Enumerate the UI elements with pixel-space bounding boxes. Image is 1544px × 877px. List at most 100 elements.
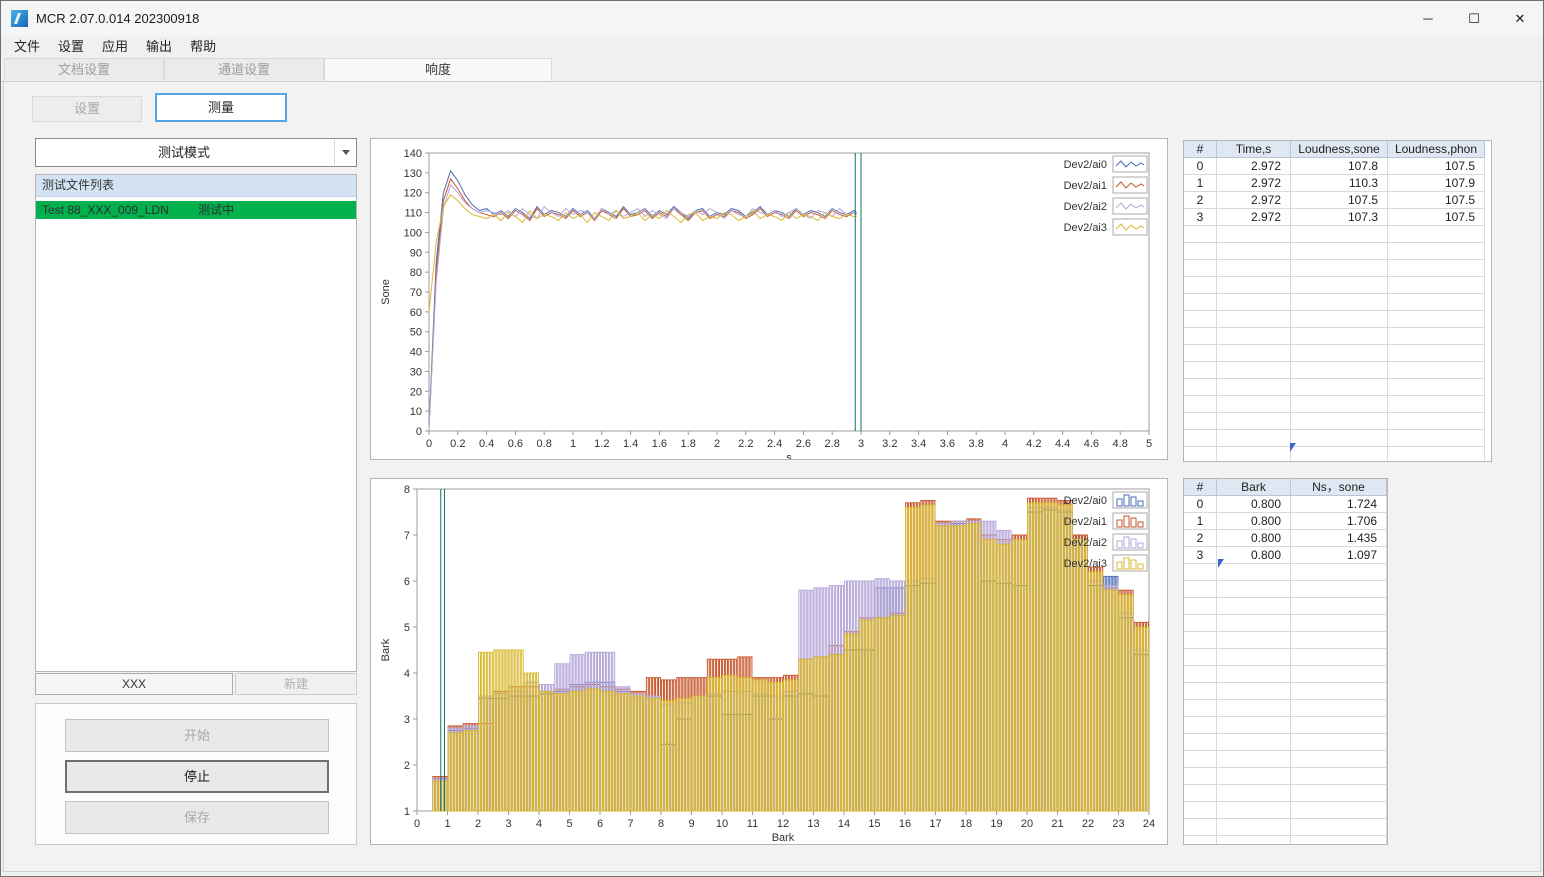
svg-text:10: 10: [410, 406, 422, 418]
svg-text:Sone: Sone: [380, 279, 392, 305]
table-row[interactable]: 2 0.800 1.435: [1184, 530, 1387, 547]
svg-text:3.2: 3.2: [882, 438, 897, 450]
maximize-button[interactable]: ☐: [1451, 1, 1497, 36]
svg-text:10: 10: [716, 818, 728, 830]
loudness-time-chart[interactable]: 0 0.2 0.4 0.6 0.8 1 1.2 1.4 1.6 1.8 2 2.2 2.4 2.6 2.8 3…: [371, 139, 1167, 459]
table-row[interactable]: [1184, 717, 1387, 734]
tab-document-settings[interactable]: 文档设置: [4, 58, 164, 80]
xxx-button[interactable]: XXX: [35, 673, 233, 695]
table-row[interactable]: 3 2.972 107.3 107.5: [1184, 209, 1491, 226]
svg-text:2.2: 2.2: [738, 438, 753, 450]
table-row[interactable]: [1184, 683, 1387, 700]
table-row[interactable]: [1184, 802, 1387, 819]
svg-text:Bark: Bark: [380, 638, 392, 661]
table-row[interactable]: [1184, 447, 1491, 461]
table-row[interactable]: [1184, 362, 1491, 379]
start-button[interactable]: 开始: [65, 719, 329, 752]
table-row[interactable]: [1184, 768, 1387, 785]
table-row[interactable]: [1184, 666, 1387, 683]
table-row[interactable]: [1184, 581, 1387, 598]
bark-table-panel: # Bark Ns，sone 0 0.800 1.724 1 0.800 1.706 2 0.800…: [1183, 478, 1388, 845]
table-row[interactable]: [1184, 751, 1387, 768]
table-row[interactable]: 3 0.800 1.097: [1184, 547, 1387, 564]
table-row[interactable]: [1184, 396, 1491, 413]
tab-channel-settings[interactable]: 通道设置: [164, 58, 324, 80]
test-file-list[interactable]: 测试文件列表 Test 88_XXX_009_LDN 测试中: [35, 174, 357, 672]
svg-text:1: 1: [444, 818, 450, 830]
subtab-settings[interactable]: 设置: [32, 96, 142, 122]
minimize-button[interactable]: ─: [1405, 1, 1451, 36]
menu-bar: 文件 设置 应用 输出 帮助: [1, 36, 1543, 58]
table-row[interactable]: [1184, 700, 1387, 717]
menu-item-settings[interactable]: 设置: [49, 36, 93, 58]
app-window: MCR 2.07.0.014 202300918 ─ ☐ ✕ 文件 设置 应用 …: [0, 0, 1544, 877]
table-row[interactable]: 1 2.972 110.3 107.9: [1184, 175, 1491, 192]
tab-loudness[interactable]: 响度: [324, 58, 552, 81]
svg-text:50: 50: [410, 327, 422, 339]
subtab-measure[interactable]: 测量: [155, 93, 287, 122]
cell-edit-indicator: [1290, 443, 1296, 452]
table-row[interactable]: [1184, 819, 1387, 836]
svg-text:1.8: 1.8: [681, 438, 696, 450]
svg-text:0: 0: [416, 426, 422, 438]
loudness-time-chart-panel: 0 0.2 0.4 0.6 0.8 1 1.2 1.4 1.6 1.8 2 2.2 2.4 2.6 2.8 3…: [370, 138, 1168, 460]
table-row[interactable]: [1184, 598, 1387, 615]
svg-text:4: 4: [404, 668, 410, 680]
table-row[interactable]: [1184, 345, 1491, 362]
svg-text:18: 18: [960, 818, 972, 830]
table-row[interactable]: [1184, 632, 1387, 649]
table-row[interactable]: 0 0.800 1.724: [1184, 496, 1387, 513]
svg-text:8: 8: [404, 484, 410, 496]
bark-table: # Bark Ns，sone 0 0.800 1.724 1 0.800 1.706 2 0.800…: [1184, 479, 1387, 844]
stop-button[interactable]: 停止: [65, 760, 329, 793]
loudness-table: # Time,s Loudness,sone Loudness,phon 0 2.972 1…: [1184, 141, 1491, 461]
table-row[interactable]: [1184, 734, 1387, 751]
test-mode-select[interactable]: 测试模式: [35, 138, 357, 167]
table-row[interactable]: [1184, 836, 1387, 844]
menu-item-file[interactable]: 文件: [5, 36, 49, 58]
svg-text:1.6: 1.6: [652, 438, 667, 450]
close-button[interactable]: ✕: [1497, 1, 1543, 36]
svg-text:2: 2: [404, 760, 410, 772]
table-row[interactable]: [1184, 564, 1387, 581]
table-row[interactable]: 2 2.972 107.5 107.5: [1184, 192, 1491, 209]
svg-text:2.4: 2.4: [767, 438, 782, 450]
table-row[interactable]: 1 0.800 1.706: [1184, 513, 1387, 530]
svg-text:7: 7: [404, 530, 410, 542]
new-button[interactable]: 新建: [235, 673, 357, 695]
test-file-name: Test 88_XXX_009_LDN: [42, 203, 169, 217]
save-button[interactable]: 保存: [65, 801, 329, 834]
menu-item-output[interactable]: 输出: [137, 36, 181, 58]
table-row[interactable]: [1184, 260, 1491, 277]
svg-text:3.8: 3.8: [969, 438, 984, 450]
svg-text:120: 120: [404, 188, 422, 200]
table-row[interactable]: [1184, 413, 1491, 430]
svg-text:3.6: 3.6: [940, 438, 955, 450]
table-row[interactable]: [1184, 785, 1387, 802]
svg-text:3: 3: [404, 714, 410, 726]
svg-text:Dev2/ai1: Dev2/ai1: [1064, 180, 1107, 192]
table-row[interactable]: [1184, 294, 1491, 311]
svg-text:Bark: Bark: [772, 832, 795, 844]
table-row[interactable]: [1184, 430, 1491, 447]
test-file-list-header: 测试文件列表: [36, 175, 356, 197]
svg-text:6: 6: [597, 818, 603, 830]
table-row[interactable]: [1184, 243, 1491, 260]
table-row[interactable]: [1184, 328, 1491, 345]
svg-text:8: 8: [658, 818, 664, 830]
table-row[interactable]: [1184, 226, 1491, 243]
table-row[interactable]: [1184, 311, 1491, 328]
specific-loudness-chart[interactable]: 0 1 2 3 4 5 6 7 8 9 10 11 12 13 14 15 16 17 18 19 20 21 22 23 24…: [371, 479, 1167, 844]
svg-text:4: 4: [536, 818, 542, 830]
table-row[interactable]: [1184, 277, 1491, 294]
table-header-row: # Time,s Loudness,sone Loudness,phon: [1184, 141, 1491, 158]
table-row[interactable]: [1184, 649, 1387, 666]
menu-item-help[interactable]: 帮助: [181, 36, 225, 58]
test-file-item[interactable]: Test 88_XXX_009_LDN 测试中: [36, 201, 356, 219]
table-row[interactable]: [1184, 615, 1387, 632]
table-row[interactable]: 0 2.972 107.8 107.5: [1184, 158, 1491, 175]
menu-item-apply[interactable]: 应用: [93, 36, 137, 58]
svg-text:22: 22: [1082, 818, 1094, 830]
svg-text:140: 140: [404, 148, 422, 160]
table-row[interactable]: [1184, 379, 1491, 396]
